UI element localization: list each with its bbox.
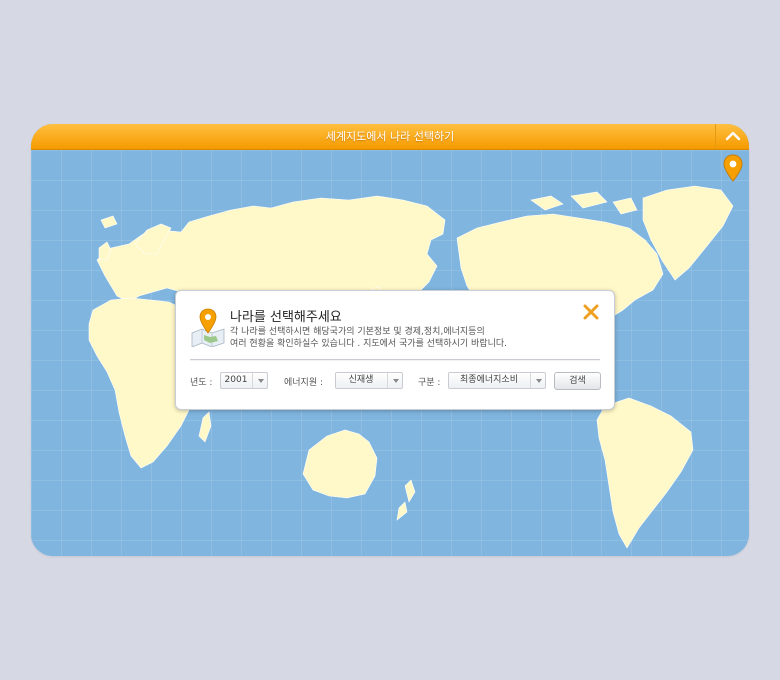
type-select[interactable]: 최종에너지소비 <box>448 372 546 389</box>
map-icon <box>190 307 226 348</box>
window-title: 세계지도에서 나라 선택하기 <box>325 130 455 143</box>
title-bar: 세계지도에서 나라 선택하기 <box>31 124 749 150</box>
close-button[interactable] <box>582 303 600 321</box>
dropdown-arrow-icon <box>252 373 267 388</box>
country-select-dialog: 나라를 선택해주세요 각 나라를 선택하시면 해당국가의 기본정보 및 경제,정… <box>175 290 615 410</box>
energy-label: 에너지원 : <box>284 378 324 388</box>
search-button[interactable]: 검색 <box>554 372 601 390</box>
dropdown-arrow-icon <box>530 373 545 388</box>
energy-select[interactable]: 신재생 <box>335 372 403 389</box>
map-pin-icon <box>723 154 743 182</box>
type-label: 구분 : <box>418 378 441 388</box>
dialog-description: 각 나라를 선택하시면 해당국가의 기본정보 및 경제,정치,에너지등의 여러 … <box>230 326 507 350</box>
energy-value: 신재생 <box>348 375 374 385</box>
dialog-title: 나라를 선택해주세요 <box>230 310 342 325</box>
year-select[interactable]: 2001 <box>220 372 268 389</box>
year-label: 년도 : <box>190 378 213 388</box>
map-pin-button[interactable] <box>723 154 743 182</box>
dropdown-arrow-icon <box>387 373 402 388</box>
collapse-button[interactable] <box>715 124 749 149</box>
divider <box>190 359 600 361</box>
type-value: 최종에너지소비 <box>460 375 518 385</box>
chevron-up-icon <box>725 131 741 141</box>
description-line-2: 여러 현황을 확인하실수 있습니다 . 지도에서 국가를 선택하시기 바랍니다. <box>230 339 508 349</box>
close-icon <box>583 304 599 320</box>
description-line-1: 각 나라를 선택하시면 해당국가의 기본정보 및 경제,정치,에너지등의 <box>230 327 485 337</box>
year-value: 2001 <box>224 375 248 385</box>
